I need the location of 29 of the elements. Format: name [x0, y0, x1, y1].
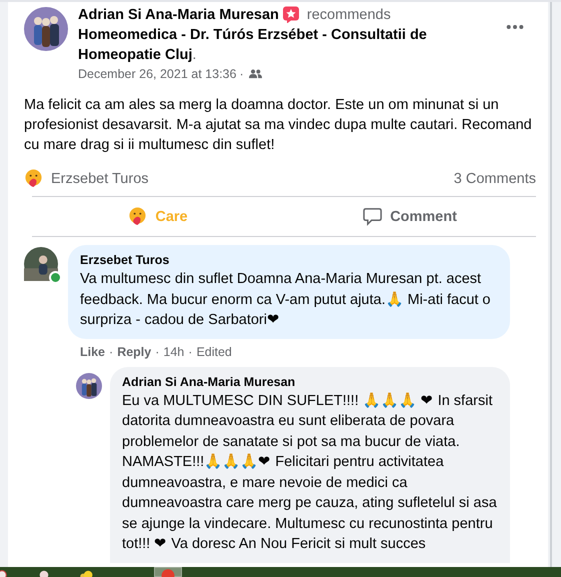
- like-link[interactable]: Like: [80, 344, 106, 358]
- comment-count[interactable]: 3 Comments: [454, 170, 536, 186]
- speech-bubble-icon: [363, 207, 382, 226]
- author-name[interactable]: Adrian Si Ana-Maria Muresan: [78, 6, 279, 22]
- separator: ·: [188, 344, 192, 358]
- page-link[interactable]: Homeomedica - Dr. Túrós Erzsébet - Consultatii de Homeopatie Cluj.: [78, 25, 458, 65]
- post-date[interactable]: December 26, 2021 at 13:36: [78, 67, 236, 81]
- comment-button[interactable]: Comment: [353, 201, 467, 232]
- comment-text: Eu va MULTUMESC DIN SUFLET!!!! 🙏🙏🙏 ❤ In sfarsit datorita dumneavoastra eu sunt eliberata de povara problemelor de sanatate si pot sa ma bucur de viata. NAMASTE!!!🙏🙏🙏❤ Felicitari pentru activitatea dumneavoastra, e mare nevoie de medici ca dumneavoastra care merg pe cauza, ating sufletelul si asa se ajunge la vindecare. Multumesc cu recunostinta pentru tot!!! ❤ Va doresc An Nou Fericit si mult succes: [122, 392, 498, 554]
- comment-time[interactable]: 14h: [163, 344, 184, 358]
- separator: ·: [109, 344, 114, 358]
- more-icon[interactable]: [506, 24, 524, 30]
- reply-link[interactable]: Reply: [117, 344, 152, 358]
- care-emoji-icon: [128, 207, 148, 226]
- reaction-names[interactable]: Erzsebet Turos: [51, 170, 149, 186]
- commenter-name[interactable]: Erzsebet Turos: [80, 253, 498, 267]
- post-text: Ma felicit ca am ales sa merg la doamna doctor. Este un om minunat si un profesionist desavarsit. M-a ajutat sa ma vindec dupa multe cautari. Recomand cu mare drag si ii multumesc din suflet!: [24, 96, 533, 155]
- avatar[interactable]: [24, 247, 58, 281]
- comment-text: Va multumesc din suflet Doamna Ana-Maria Muresan pt. acest feedback. Ma bucur enorm ca V-am putut ajuta.🙏 Mi-ati facut o surpriza - cadou de Sarbatori❤: [80, 270, 492, 330]
- app-icon[interactable]: [78, 570, 94, 577]
- edited-label: Edited: [196, 344, 232, 358]
- separator: ·: [239, 67, 244, 81]
- friends-icon: [248, 69, 262, 79]
- avatar[interactable]: [24, 7, 68, 51]
- separator: ·: [155, 344, 160, 358]
- avatar[interactable]: [76, 372, 102, 398]
- commenter-name[interactable]: Adrian Si Ana-Maria Muresan: [122, 374, 498, 388]
- care-emoji-icon[interactable]: [24, 169, 43, 188]
- recommends-label: recommends: [306, 6, 391, 22]
